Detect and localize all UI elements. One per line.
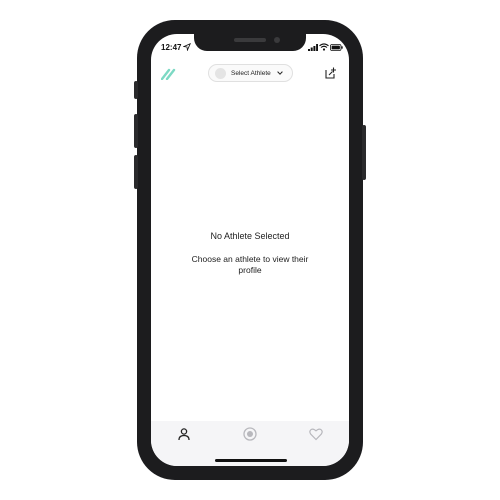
power-button — [362, 125, 366, 180]
empty-state-message: Choose an athlete to view their profile — [191, 254, 309, 275]
volume-up-button — [134, 114, 138, 148]
wifi-icon — [319, 43, 329, 51]
app-screen: 12:47 Select Athlete No Athlete Selected… — [151, 34, 349, 466]
battery-icon — [330, 44, 343, 51]
status-time: 12:47 — [161, 43, 182, 52]
mute-switch — [134, 81, 138, 99]
share-icon[interactable] — [325, 67, 337, 79]
record-icon[interactable] — [243, 427, 257, 441]
chevron-down-icon — [276, 71, 283, 75]
speaker — [234, 38, 266, 42]
empty-state-title: No Athlete Selected — [210, 231, 290, 241]
select-athlete-label: Select Athlete — [231, 69, 271, 77]
app-logo-icon[interactable] — [161, 68, 177, 80]
avatar — [215, 67, 226, 79]
location-arrow-icon — [183, 43, 191, 51]
select-athlete-button[interactable]: Select Athlete — [208, 64, 293, 82]
home-indicator — [215, 459, 287, 462]
person-icon[interactable] — [177, 427, 191, 441]
heart-icon[interactable] — [309, 427, 323, 441]
volume-down-button — [134, 155, 138, 189]
signal-icon — [308, 44, 318, 51]
front-camera — [274, 37, 280, 43]
notch — [194, 34, 306, 51]
